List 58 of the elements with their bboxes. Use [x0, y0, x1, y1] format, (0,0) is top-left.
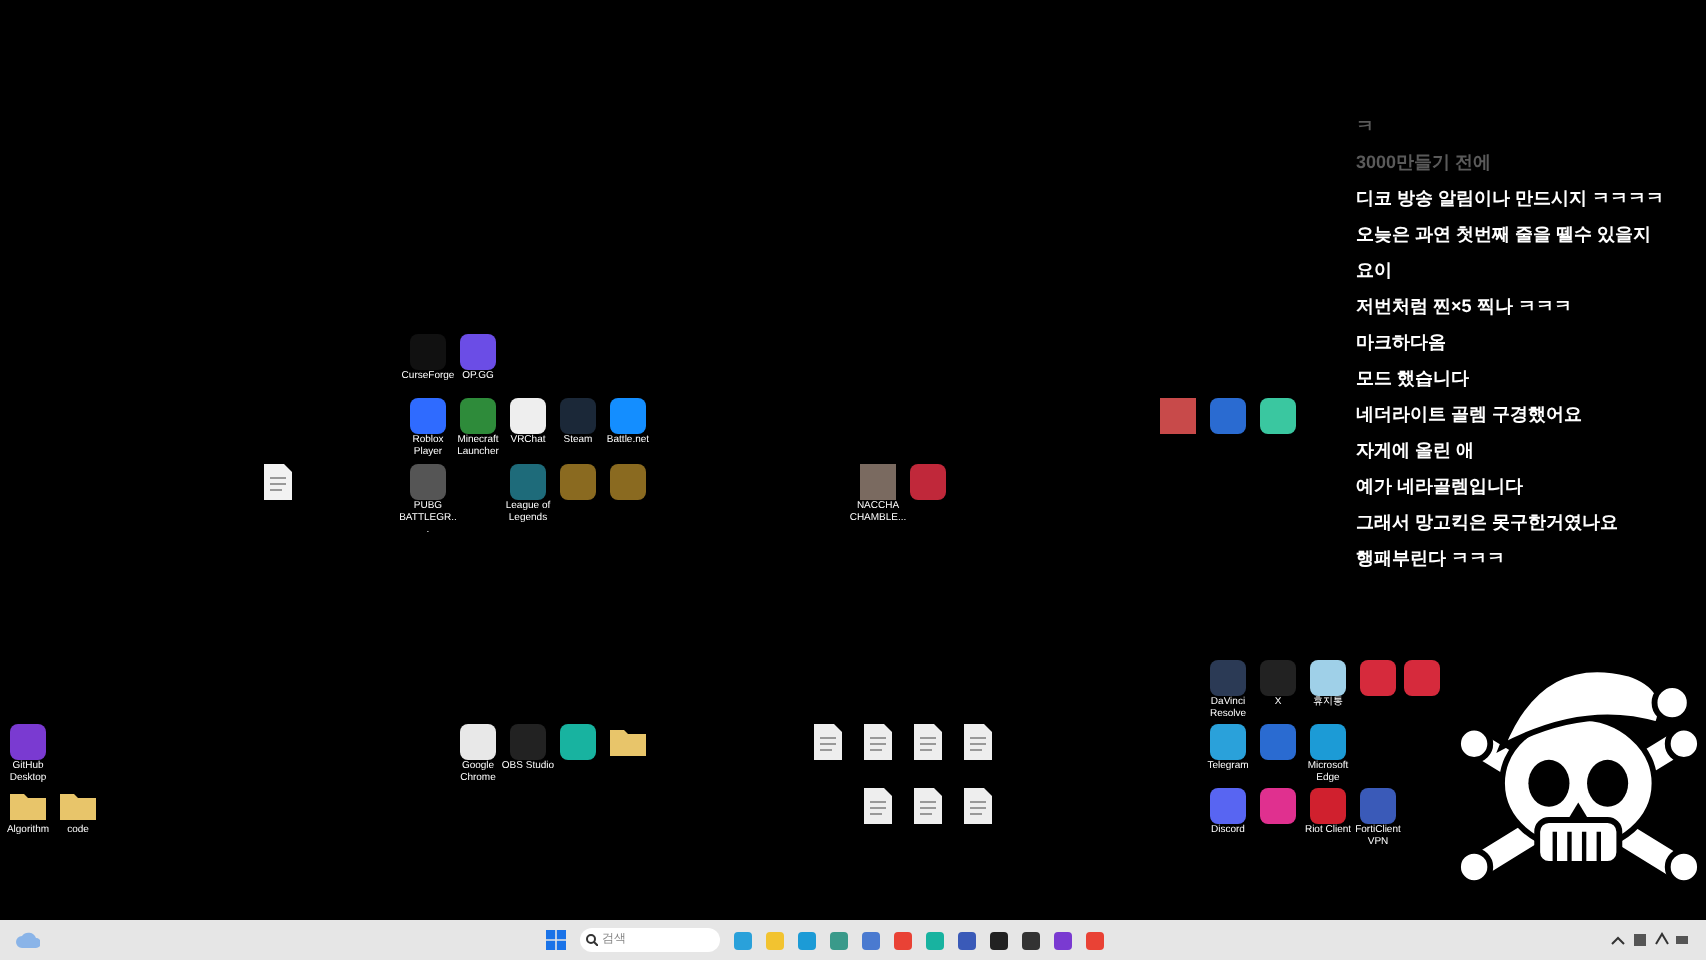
app-icon	[1310, 787, 1346, 823]
app-icon	[460, 397, 496, 433]
app-icon	[1210, 787, 1246, 823]
system-tray-icon[interactable]	[1610, 932, 1690, 948]
app-icon	[1310, 659, 1346, 695]
app-icon	[560, 397, 596, 433]
document-icon	[964, 723, 992, 759]
chat-message: 예가 네라골렘입니다	[1356, 474, 1526, 500]
app-icon	[910, 463, 946, 499]
app-icon	[560, 463, 596, 499]
chat-message: 3000만들기 전에	[1356, 150, 1494, 176]
app-icon	[1310, 723, 1346, 759]
app-icon	[510, 397, 546, 433]
app-icon	[410, 463, 446, 499]
document-icon	[914, 723, 942, 759]
chat-message: 자게에 올린 애	[1356, 438, 1477, 464]
app-icon	[460, 723, 496, 759]
chat-message: 행패부린다 ㅋㅋㅋ	[1356, 546, 1508, 572]
document-icon	[814, 723, 842, 759]
app-icon	[1260, 397, 1296, 433]
app-icon	[610, 463, 646, 499]
search-icon	[586, 934, 598, 946]
chat-message: ㅋ	[1356, 114, 1376, 140]
app-icon	[610, 397, 646, 433]
chat-message: 마크하다옴	[1356, 330, 1448, 356]
document-icon	[964, 787, 992, 823]
app-icon	[1210, 397, 1246, 433]
app-icon	[1210, 659, 1246, 695]
document-icon	[914, 787, 942, 823]
chat-message: 디코 방송 알림이나 만드시지 ㅋㅋㅋㅋ	[1356, 186, 1665, 212]
chat-message: 모드 했습니다	[1356, 366, 1472, 392]
start-button-icon[interactable]	[546, 930, 566, 950]
chat-message: 오늦은 과연 첫번째 줄을 뗄수 있을지	[1356, 222, 1654, 248]
app-icon	[1260, 659, 1296, 695]
folder-icon	[60, 790, 96, 820]
chat-message: 네더라이트 골렘 구경했어요	[1356, 402, 1585, 428]
app-icon	[460, 333, 496, 369]
chat-message: 요이	[1356, 258, 1394, 284]
document-icon	[264, 463, 292, 499]
app-icon	[1360, 787, 1396, 823]
photo-placeholder	[860, 463, 896, 499]
app-icon	[10, 723, 46, 759]
app-icon	[510, 463, 546, 499]
folder-icon	[10, 790, 46, 820]
app-icon	[1404, 659, 1440, 695]
app-icon	[1260, 787, 1296, 823]
document-icon	[864, 787, 892, 823]
photo-placeholder	[1160, 397, 1196, 433]
folder-icon	[610, 726, 646, 756]
app-icon	[560, 723, 596, 759]
app-icon	[1210, 723, 1246, 759]
app-icon	[1360, 659, 1396, 695]
app-icon	[410, 397, 446, 433]
chat-message: 저번처럼 찐×5 찍나 ㅋㅋㅋ	[1356, 294, 1574, 320]
document-icon	[864, 723, 892, 759]
app-icon	[1260, 723, 1296, 759]
chat-message: 그래서 망고킥은 못구한거였나요	[1356, 510, 1621, 536]
app-icon	[510, 723, 546, 759]
